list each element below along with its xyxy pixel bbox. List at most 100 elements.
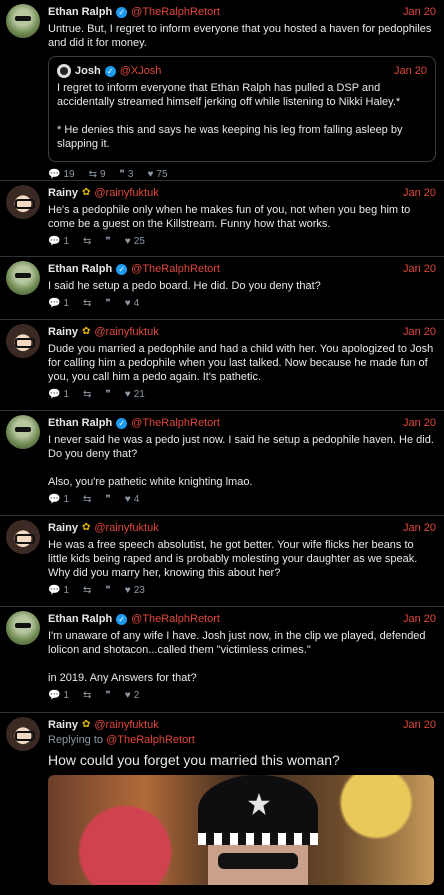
like-button[interactable]: ♥ 25 xyxy=(125,235,145,249)
quote-button[interactable]: ❞ xyxy=(105,584,110,598)
author-handle[interactable]: @rainyfuktuk xyxy=(94,186,158,200)
reply-icon: 💬 xyxy=(48,585,61,596)
avatar[interactable] xyxy=(6,4,40,38)
like-button[interactable]: ♥ 21 xyxy=(125,388,145,402)
retweet-button[interactable]: ⇆ 9 xyxy=(89,168,106,182)
tweet-text: I'm unaware of any wife I have. Josh jus… xyxy=(48,630,426,684)
avatar[interactable] xyxy=(6,611,40,645)
reply-button[interactable]: 💬 1 xyxy=(48,493,69,507)
author-name[interactable]: Rainy xyxy=(48,521,78,535)
like-button[interactable]: ♥ 23 xyxy=(125,584,145,598)
reply-icon: 💬 xyxy=(48,169,61,180)
quote-icon: ❞ xyxy=(105,494,111,505)
author-name[interactable]: Ethan Ralph xyxy=(48,416,112,430)
heart-icon: ♥ xyxy=(124,236,131,247)
tweet-date[interactable]: Jan 20 xyxy=(403,325,436,339)
tweet-text: Untrue. But, I regret to inform everyone… xyxy=(48,23,435,49)
tweet-media-image[interactable] xyxy=(48,775,434,885)
author-name[interactable]: Rainy xyxy=(48,186,78,200)
tweet[interactable]: Ethan Ralph ✓ @TheRalphRetort Jan 20 I s… xyxy=(0,257,444,320)
avatar[interactable] xyxy=(6,520,40,554)
quote-button[interactable]: ❞ xyxy=(105,235,110,249)
verified-badge-icon: ✓ xyxy=(116,613,128,625)
tweet-date[interactable]: Jan 20 xyxy=(403,521,436,535)
author-handle[interactable]: @rainyfuktuk xyxy=(94,325,158,339)
quote-button[interactable]: ❞ 3 xyxy=(120,168,134,182)
quote-icon: ❞ xyxy=(105,236,111,247)
tweet-date[interactable]: Jan 20 xyxy=(403,262,436,276)
tweet-text: Dude you married a pedophile and had a c… xyxy=(48,343,437,383)
replying-to-link[interactable]: @TheRalphRetort xyxy=(106,734,195,746)
quote-button[interactable]: ❞ xyxy=(105,689,110,703)
tweet[interactable]: Rainy ✿ @rainyfuktuk Jan 20 He's a pedop… xyxy=(0,181,444,257)
action-bar: 💬 1 ⇆ ❞ ♥ 21 xyxy=(48,388,436,402)
tweet[interactable]: Ethan Ralph ✓ @TheRalphRetort Jan 20 I n… xyxy=(0,411,444,516)
author-handle[interactable]: @rainyfuktuk xyxy=(94,718,158,732)
like-button[interactable]: ♥ 75 xyxy=(147,168,167,182)
tweet-date[interactable]: Jan 20 xyxy=(403,186,436,200)
quote-button[interactable]: ❞ xyxy=(105,388,110,402)
reply-button[interactable]: 💬 1 xyxy=(48,388,69,402)
author-handle[interactable]: @TheRalphRetort xyxy=(131,262,220,276)
tweet-date[interactable]: Jan 20 xyxy=(403,416,436,430)
heart-icon: ♥ xyxy=(147,169,154,180)
tweet-text: He's a pedophile only when he makes fun … xyxy=(48,204,414,230)
quote-button[interactable]: ❞ xyxy=(105,493,110,507)
tweet[interactable]: Rainy ✿ @rainyfuktuk Jan 20 He was a fre… xyxy=(0,516,444,607)
reply-icon: 💬 xyxy=(48,690,61,701)
quote-icon: ❞ xyxy=(105,690,111,701)
avatar[interactable] xyxy=(6,717,40,751)
replying-to: Replying to @TheRalphRetort xyxy=(48,734,195,746)
reply-button[interactable]: 💬 1 xyxy=(48,689,69,703)
tweet-text: I said he setup a pedo board. He did. Do… xyxy=(48,280,321,292)
tweet-date: Jan 20 xyxy=(393,65,427,77)
retweet-button[interactable]: ⇆ xyxy=(83,235,91,249)
retweet-button[interactable]: ⇆ xyxy=(83,689,91,703)
quoted-tweet[interactable]: Josh ✓ @XJosh Jan 20 I regret to inform … xyxy=(48,56,436,162)
tweet-date[interactable]: Jan 20 xyxy=(403,5,436,19)
retweet-button[interactable]: ⇆ xyxy=(83,297,91,311)
tweet-date[interactable]: Jan 20 xyxy=(403,612,436,626)
avatar[interactable] xyxy=(6,185,40,219)
reply-button[interactable]: 💬 1 xyxy=(48,584,69,598)
reply-button[interactable]: 💬 1 xyxy=(48,235,69,249)
flower-icon: ✿ xyxy=(81,522,91,533)
retweet-icon: ⇆ xyxy=(83,690,92,701)
tweet[interactable]: Ethan Ralph ✓ @TheRalphRetort Jan 20 Unt… xyxy=(0,0,444,181)
author-name[interactable]: Rainy xyxy=(48,325,78,339)
like-button[interactable]: ♥ 4 xyxy=(125,297,140,311)
verified-badge-icon: ✓ xyxy=(104,65,116,77)
retweet-button[interactable]: ⇆ xyxy=(83,388,91,402)
avatar[interactable] xyxy=(6,261,40,295)
avatar[interactable] xyxy=(6,415,40,449)
like-button[interactable]: ♥ 2 xyxy=(125,689,140,703)
retweet-icon: ⇆ xyxy=(83,494,92,505)
retweet-icon: ⇆ xyxy=(83,298,92,309)
tweet-date[interactable]: Jan 20 xyxy=(403,718,436,732)
flower-icon: ✿ xyxy=(81,326,91,337)
author-name[interactable]: Ethan Ralph xyxy=(48,5,112,19)
quote-icon: ❞ xyxy=(105,298,111,309)
retweet-button[interactable]: ⇆ xyxy=(83,493,91,507)
retweet-button[interactable]: ⇆ xyxy=(83,584,91,598)
quoted-text: I regret to inform everyone that Ethan R… xyxy=(57,82,403,150)
avatar[interactable] xyxy=(6,324,40,358)
author-handle[interactable]: @TheRalphRetort xyxy=(131,612,220,626)
author-name[interactable]: Ethan Ralph xyxy=(48,612,112,626)
author-name[interactable]: Ethan Ralph xyxy=(48,262,112,276)
author-handle[interactable]: @TheRalphRetort xyxy=(131,416,220,430)
tweet[interactable]: Ethan Ralph ✓ @TheRalphRetort Jan 20 I'm… xyxy=(0,607,444,713)
reply-button[interactable]: 💬 1 xyxy=(48,297,69,311)
reply-button[interactable]: 💬 19 xyxy=(48,168,75,182)
author-handle[interactable]: @rainyfuktuk xyxy=(94,521,158,535)
reply-icon: 💬 xyxy=(48,236,61,247)
flower-icon: ✿ xyxy=(81,719,91,730)
author-name[interactable]: Rainy xyxy=(48,718,78,732)
quote-button[interactable]: ❞ xyxy=(105,297,110,311)
author-handle[interactable]: @TheRalphRetort xyxy=(131,5,220,19)
tweet[interactable]: Rainy ✿ @rainyfuktuk Jan 20 Dude you mar… xyxy=(0,320,444,411)
tweet[interactable]: Rainy ✿ @rainyfuktuk Jan 20 Replying to … xyxy=(0,713,444,895)
like-button[interactable]: ♥ 4 xyxy=(125,493,140,507)
reply-icon: 💬 xyxy=(48,298,61,309)
avatar xyxy=(57,64,71,78)
